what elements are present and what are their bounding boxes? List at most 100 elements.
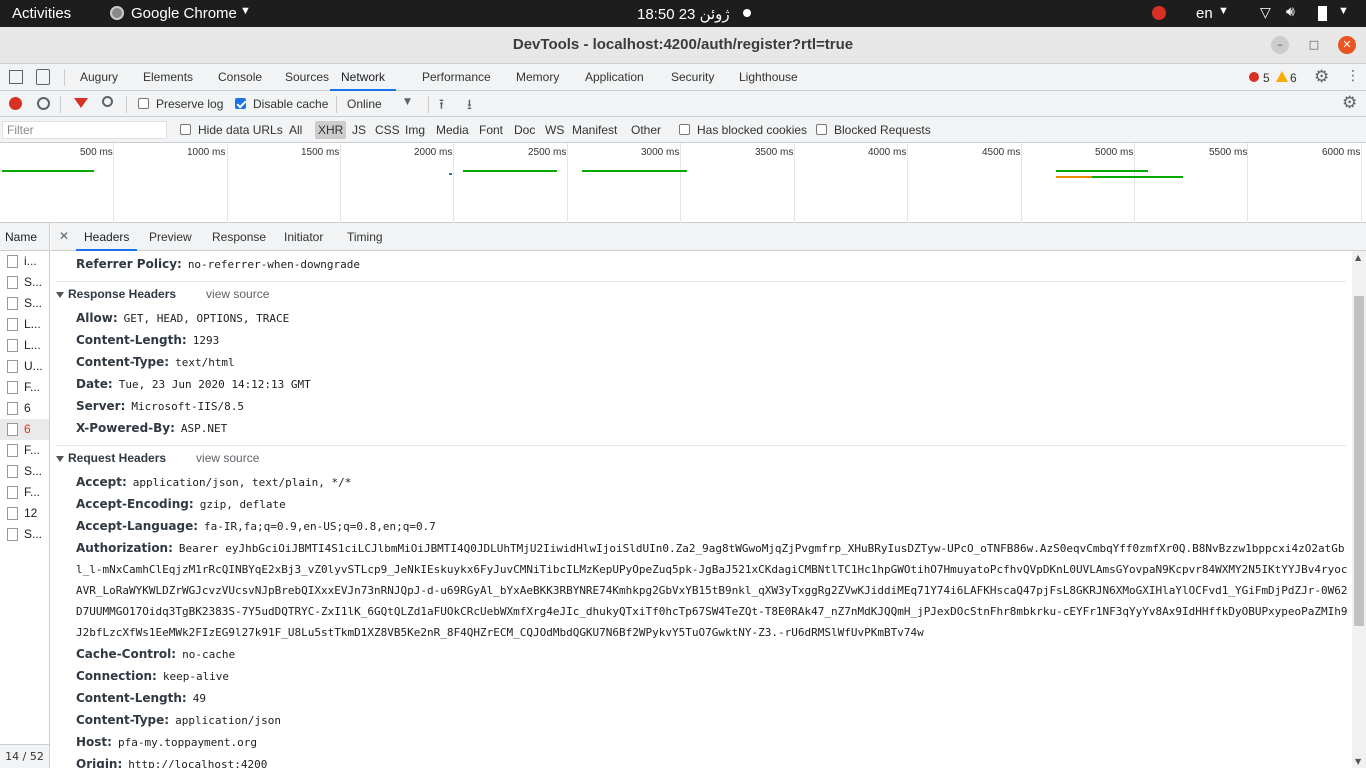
close-detail-icon[interactable]: ✕ (59, 229, 69, 243)
clear-icon[interactable] (37, 97, 50, 110)
warning-icon[interactable] (1276, 71, 1288, 82)
request-headers-section[interactable]: Request Headers view source (56, 445, 1346, 469)
tab-elements[interactable]: Elements (143, 64, 193, 91)
minimize-icon[interactable]: – (1271, 36, 1289, 54)
import-har-icon[interactable]: ⭱ (439, 94, 444, 118)
request-row[interactable]: L... (0, 335, 49, 356)
request-name: 6 (24, 401, 31, 415)
request-row[interactable]: F... (0, 440, 49, 461)
close-icon[interactable]: ✕ (1338, 36, 1356, 54)
system-menu-arrow-icon[interactable]: ▼ (1338, 5, 1349, 17)
inspect-element-icon[interactable] (9, 70, 23, 84)
type-filter-font[interactable]: Font (479, 122, 503, 138)
request-row[interactable]: F... (0, 377, 49, 398)
activities-button[interactable]: Activities (12, 5, 71, 22)
timeline-overview[interactable]: 500 ms 1000 ms 1500 ms 2000 ms 2500 ms 3… (0, 143, 1366, 223)
request-row[interactable]: S... (0, 272, 49, 293)
tick-label: 5500 ms (1209, 147, 1248, 158)
volume-icon[interactable]: 🔊︎ (1286, 3, 1295, 20)
type-filter-manifest[interactable]: Manifest (572, 122, 617, 138)
type-filter-ws[interactable]: WS (545, 122, 564, 138)
tab-performance[interactable]: Performance (422, 64, 491, 91)
request-row[interactable]: F... (0, 482, 49, 503)
header-value: fa-IR,fa;q=0.9,en-US;q=0.8,en;q=0.7 (204, 520, 436, 533)
type-filter-css[interactable]: CSS (375, 122, 400, 138)
header-row: Cache-Control: no-cache (76, 643, 1351, 666)
request-row[interactable]: S... (0, 524, 49, 545)
more-options-icon[interactable]: ⋮ (1346, 68, 1360, 84)
device-toolbar-icon[interactable] (36, 69, 50, 85)
tab-security[interactable]: Security (671, 64, 714, 91)
header-value: gzip, deflate (199, 498, 286, 511)
request-row-selected[interactable]: 6 (0, 419, 49, 440)
header-row: Origin: http://localhost:4200 (76, 753, 1351, 768)
network-settings-gear-icon[interactable]: ⚙ (1342, 93, 1357, 113)
filter-icon[interactable] (74, 98, 88, 108)
error-count[interactable]: 5 (1263, 70, 1270, 86)
preserve-log-checkbox[interactable] (138, 98, 149, 109)
request-row[interactable]: S... (0, 293, 49, 314)
view-source-link[interactable]: view source (206, 287, 269, 301)
maximize-icon[interactable]: □ (1305, 36, 1323, 54)
tab-lighthouse[interactable]: Lighthouse (739, 64, 798, 91)
header-key: Content-Type: (76, 355, 170, 369)
tab-response[interactable]: Response (212, 223, 266, 251)
settings-gear-icon[interactable]: ⚙ (1314, 67, 1329, 87)
type-filter-doc[interactable]: Doc (514, 122, 535, 138)
request-row[interactable]: S... (0, 461, 49, 482)
type-filter-img[interactable]: Img (405, 122, 425, 138)
network-icon[interactable]: ▽ (1260, 4, 1271, 21)
tick-label: 3500 ms (755, 147, 794, 158)
chrome-icon (110, 6, 124, 20)
detail-scrollbar[interactable]: ▲ ▼ (1352, 251, 1366, 768)
indicator-icon[interactable] (1152, 6, 1166, 20)
tab-memory[interactable]: Memory (516, 64, 559, 91)
type-filter-media[interactable]: Media (436, 122, 469, 138)
record-icon[interactable] (9, 97, 22, 110)
request-detail-panel: ✕ Headers Preview Response Initiator Tim… (51, 223, 1366, 768)
request-row[interactable]: i... (0, 251, 49, 272)
timeline-gridline (340, 143, 341, 223)
error-icon[interactable] (1249, 72, 1259, 82)
language-indicator[interactable]: en (1196, 5, 1213, 22)
type-filter-other[interactable]: Other (631, 122, 661, 138)
request-name: S... (24, 296, 43, 310)
tab-initiator[interactable]: Initiator (284, 223, 323, 251)
app-menu[interactable]: Google Chrome (131, 5, 237, 22)
tab-augury[interactable]: Augury (80, 64, 118, 91)
clock[interactable]: 18:50 ژوئن 23 (637, 5, 730, 23)
type-filter-js[interactable]: JS (352, 122, 366, 138)
request-row[interactable]: 6 (0, 398, 49, 419)
tab-sources[interactable]: Sources (285, 64, 329, 91)
tick-label: 2500 ms (528, 147, 567, 158)
battery-icon[interactable] (1318, 6, 1327, 21)
tab-headers[interactable]: Headers (76, 223, 138, 251)
blocked-requests-checkbox[interactable] (816, 124, 827, 135)
hide-data-urls-checkbox[interactable] (180, 124, 191, 135)
request-row[interactable]: L... (0, 314, 49, 335)
tab-application[interactable]: Application (585, 64, 644, 91)
warning-count[interactable]: 6 (1290, 70, 1297, 86)
tab-preview[interactable]: Preview (149, 223, 192, 251)
view-source-link[interactable]: view source (196, 451, 259, 465)
filter-input[interactable]: Filter (2, 121, 167, 139)
export-har-icon[interactable]: ⭳ (467, 94, 472, 118)
has-blocked-cookies-checkbox[interactable] (679, 124, 690, 135)
tab-console[interactable]: Console (218, 64, 262, 91)
response-headers-section[interactable]: Response Headers view source (56, 281, 1346, 305)
search-icon[interactable] (102, 96, 113, 107)
throttling-select[interactable]: Online (347, 96, 382, 112)
type-filter-xhr[interactable]: XHR (315, 121, 347, 139)
request-name: S... (24, 527, 43, 541)
request-row[interactable]: U... (0, 356, 49, 377)
header-key: Authorization: (76, 541, 173, 555)
name-column-header[interactable]: Name (0, 223, 49, 251)
scrollbar-thumb[interactable] (1354, 296, 1364, 626)
type-filter-all[interactable]: All (289, 122, 302, 138)
scroll-down-arrow-icon[interactable]: ▼ (1355, 757, 1361, 766)
request-row[interactable]: 12 (0, 503, 49, 524)
tab-network[interactable]: Network (330, 64, 397, 91)
disable-cache-checkbox[interactable] (235, 98, 246, 109)
tab-timing[interactable]: Timing (347, 223, 383, 251)
scroll-up-arrow-icon[interactable]: ▲ (1355, 253, 1361, 262)
